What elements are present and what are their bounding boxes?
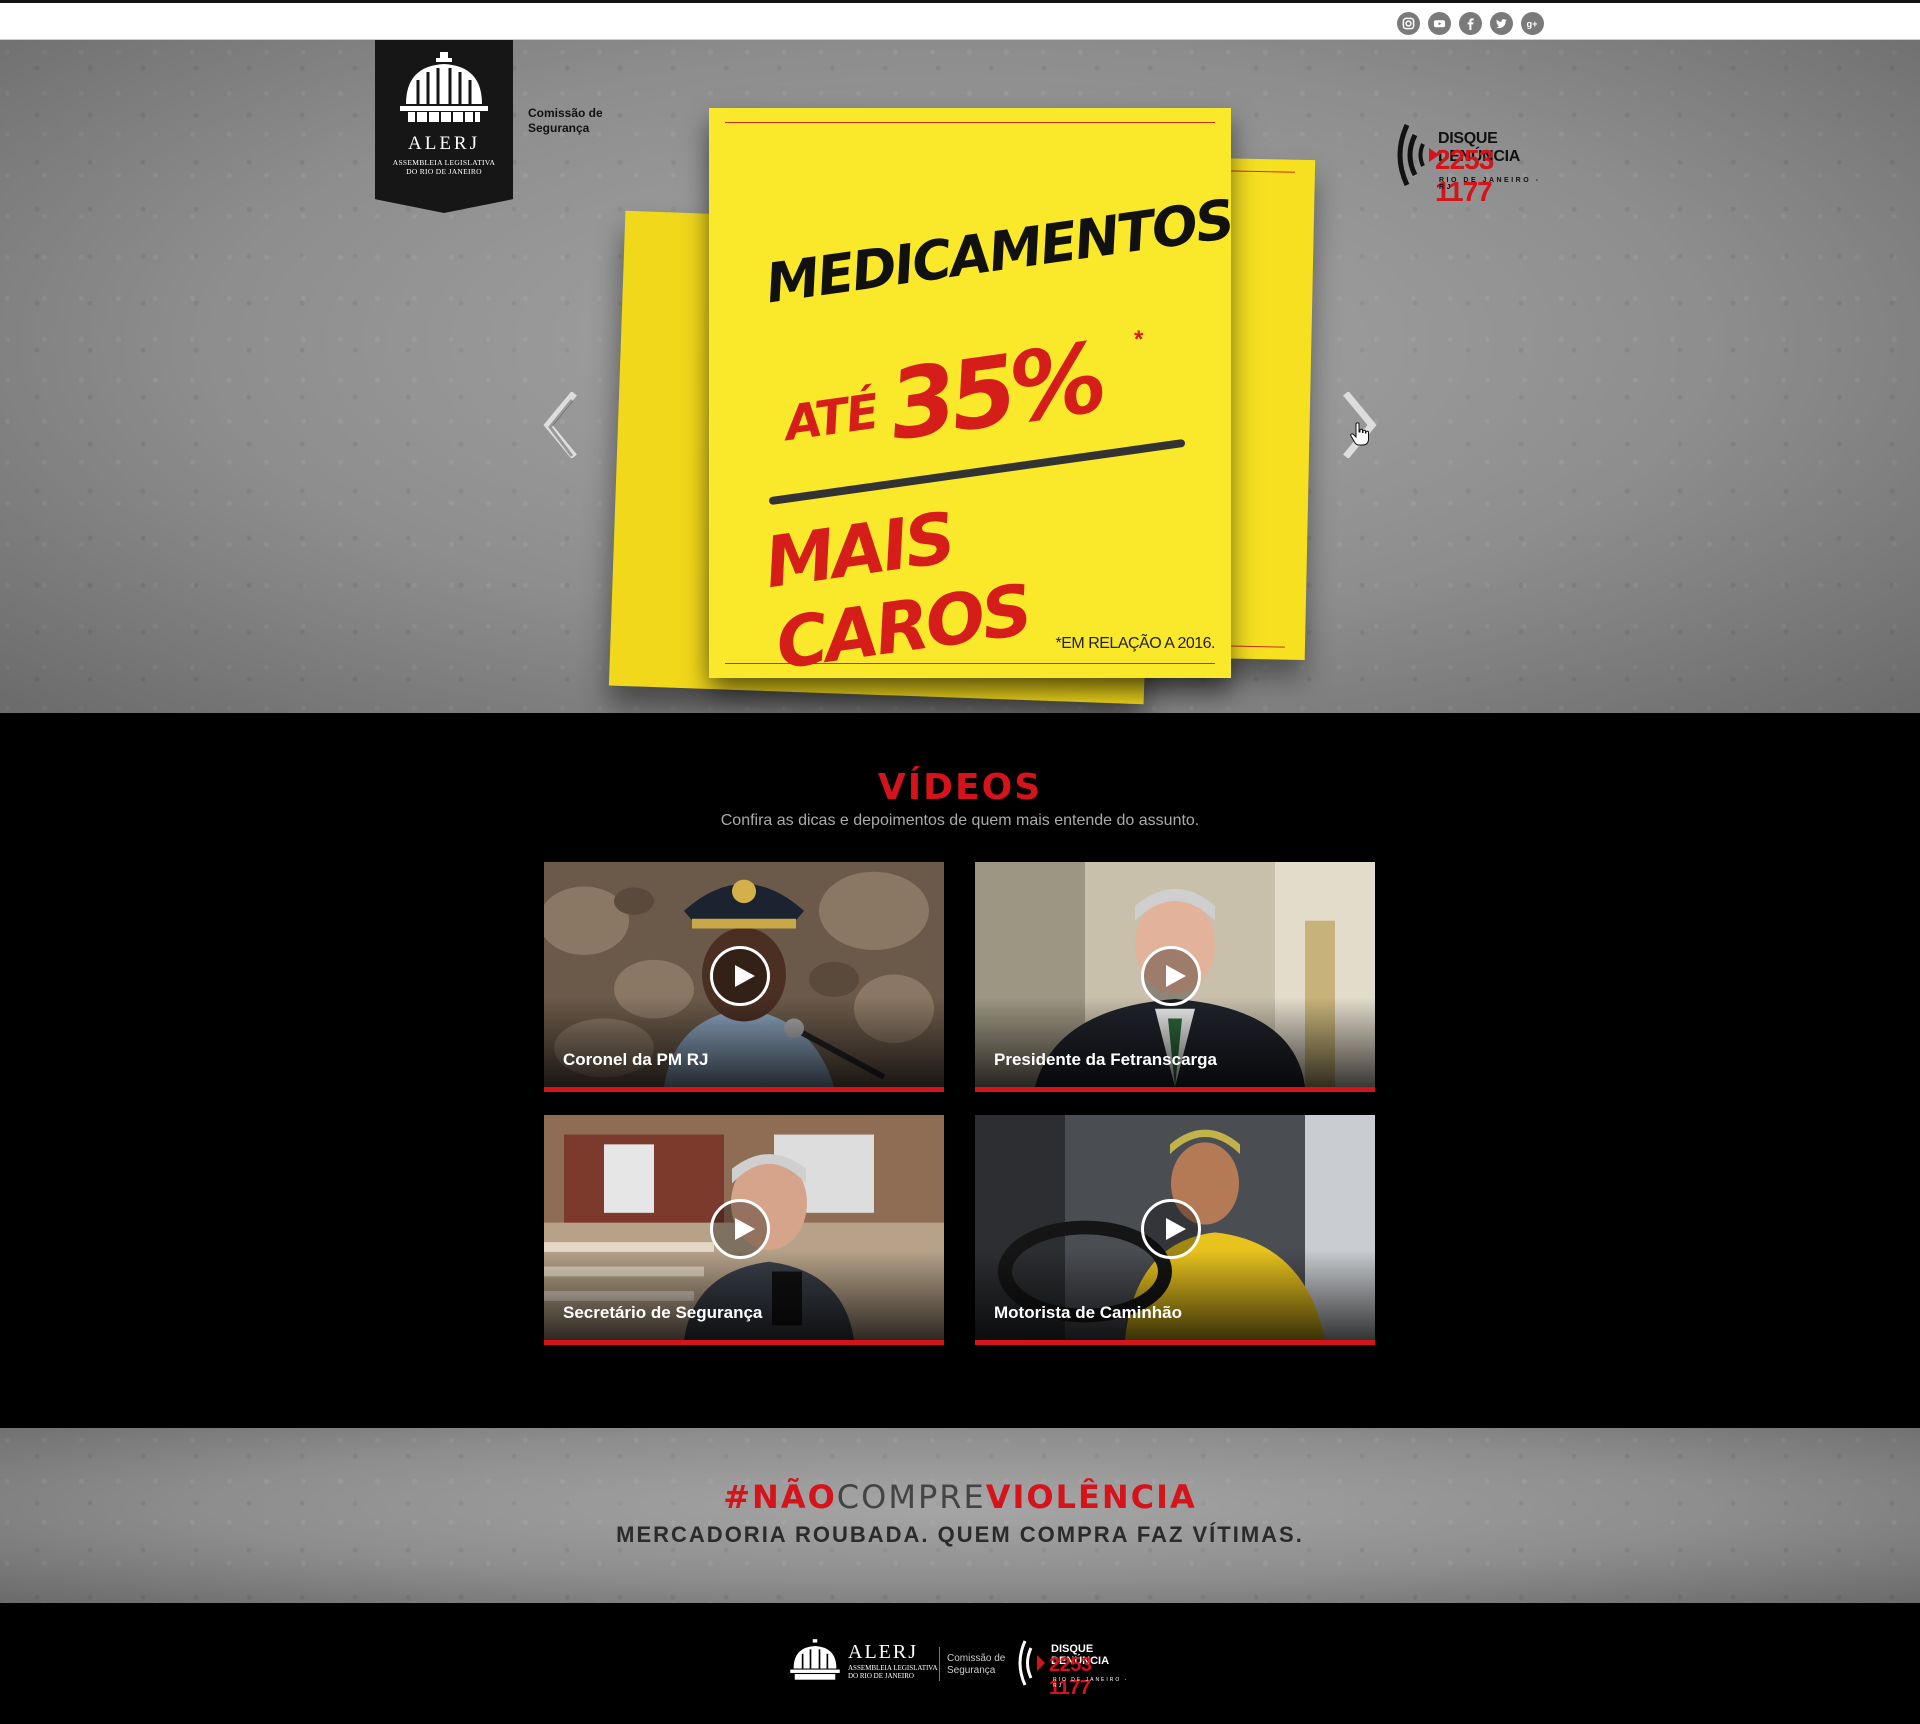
play-icon[interactable] (710, 1199, 770, 1259)
signal-waves-icon (1018, 1640, 1045, 1686)
slogan: MERCADORIA ROUBADA. QUEM COMPRA FAZ VÍTI… (616, 1522, 1304, 1547)
hero-banner: ALERJ ASSEMBLEIA LEGISLATIVA DO RIO DE J… (0, 40, 1920, 713)
social-links: g+ (1397, 12, 1544, 35)
disque-phone: 2253 1177 (1435, 144, 1494, 207)
hand-cursor-icon (1350, 422, 1369, 446)
dome-icon (790, 1639, 840, 1680)
hashtag-mid: COMPRE (836, 1478, 986, 1516)
caption-gradient (544, 1250, 944, 1340)
alerj-subtitle-line2: DO RIO DE JANEIRO (406, 167, 482, 176)
caption-gradient (975, 997, 1375, 1087)
play-icon[interactable] (710, 946, 770, 1006)
videos-section: VÍDEOS Confira as dicas e depoimentos de… (0, 713, 1920, 1428)
disque-city: RIO DE JANEIRO - RJ (1439, 177, 1541, 191)
alerj-logo[interactable]: ALERJ ASSEMBLEIA LEGISLATIVA DO RIO DE J… (375, 40, 513, 213)
play-icon[interactable] (1141, 1199, 1201, 1259)
disque-denuncia-logo[interactable]: DISQUE DENÚNCIA 2253 1177 RIO DE JANEIRO… (1385, 80, 1545, 207)
promo-headline: MEDICAMENTOS ATÉ 35% * MAIS CAROS *EM RE… (709, 108, 1231, 678)
alerj-subtitle-line1: ASSEMBLEIA LEGISLATIVA (392, 158, 496, 167)
svg-text:g+: g+ (1526, 19, 1538, 29)
sticky-note-front: MEDICAMENTOS ATÉ 35% * MAIS CAROS *EM RE… (709, 108, 1231, 678)
footer-comissao-line2: Segurança (947, 1665, 996, 1676)
youtube-icon[interactable] (1428, 12, 1451, 35)
prev-slide-arrow-icon[interactable] (540, 392, 580, 458)
videos-subtitle: Confira as dicas e depoimentos de quem m… (720, 812, 1200, 829)
footer-alerj-logo[interactable]: ALERJ ASSEMBLEIA LEGISLATIVA DO RIO DE J… (788, 1633, 938, 1687)
caption-gradient (975, 1250, 1375, 1340)
tagline-section: #NÃOCOMPREVIOLÊNCIA MERCADORIA ROUBADA. … (0, 1428, 1920, 1603)
video-card[interactable]: Motorista de Caminhão (975, 1115, 1375, 1345)
videos-title: VÍDEOS (877, 767, 1043, 808)
hashtag: #NÃOCOMPREVIOLÊNCIA (0, 1478, 1920, 1516)
instagram-icon[interactable] (1397, 12, 1420, 35)
video-card[interactable]: Secretário de Segurança (544, 1115, 944, 1345)
footer-comissao-line1: Comissão de (947, 1653, 1006, 1664)
hashtag-start: #NÃO (723, 1478, 837, 1516)
alerj-subtitle: ASSEMBLEIA LEGISLATIVA DO RIO DE JANEIRO (375, 158, 513, 176)
headline-asterisk: * (1134, 326, 1144, 353)
top-bar: g+ (0, 0, 1920, 40)
facebook-icon[interactable] (1459, 12, 1482, 35)
dome-icon (400, 52, 488, 122)
footer-divider (939, 1647, 940, 1681)
video-caption: Coronel da PM RJ (563, 1050, 709, 1069)
caption-gradient (544, 997, 944, 1087)
headline-medicamentos: MEDICAMENTOS (761, 187, 1231, 316)
video-caption: Motorista de Caminhão (994, 1303, 1182, 1322)
footer: ALERJ ASSEMBLEIA LEGISLATIVA DO RIO DE J… (0, 1603, 1920, 1724)
footer-alerj-name: ALERJ (848, 1640, 918, 1663)
video-card[interactable]: Presidente da Fetranscarga (975, 862, 1375, 1092)
footer-alerj-subtitle-line2: DO RIO DE JANEIRO (848, 1671, 914, 1680)
comissao-label: Comissão de Segurança (528, 106, 603, 136)
footer-alerj-subtitle-line1: ASSEMBLEIA LEGISLATIVA (848, 1663, 938, 1672)
play-icon[interactable] (1141, 946, 1201, 1006)
comissao-line1: Comissão de (528, 106, 603, 120)
footer-comissao: Comissão de Segurança (947, 1653, 1005, 1677)
alerj-name: ALERJ (408, 133, 480, 154)
video-card[interactable]: Coronel da PM RJ (544, 862, 944, 1092)
video-caption: Presidente da Fetranscarga (994, 1050, 1217, 1069)
video-caption: Secretário de Segurança (563, 1303, 763, 1322)
headline-percent: 35% (882, 321, 1108, 463)
footer-disque-denuncia-logo[interactable]: DISQUE DENÚNCIA 2253 1177 RIO DE JANEIRO… (1013, 1633, 1133, 1699)
hashtag-end: VIOLÊNCIA (985, 1478, 1197, 1516)
comissao-line2: Segurança (528, 121, 590, 135)
footer-disque-city: RIO DE JANEIRO - RJ (1053, 1677, 1129, 1689)
google-plus-icon[interactable]: g+ (1521, 12, 1544, 35)
headline-footnote: *EM RELAÇÃO A 2016. (1055, 635, 1216, 652)
twitter-icon[interactable] (1490, 12, 1513, 35)
headline-ate: ATÉ (781, 383, 881, 453)
